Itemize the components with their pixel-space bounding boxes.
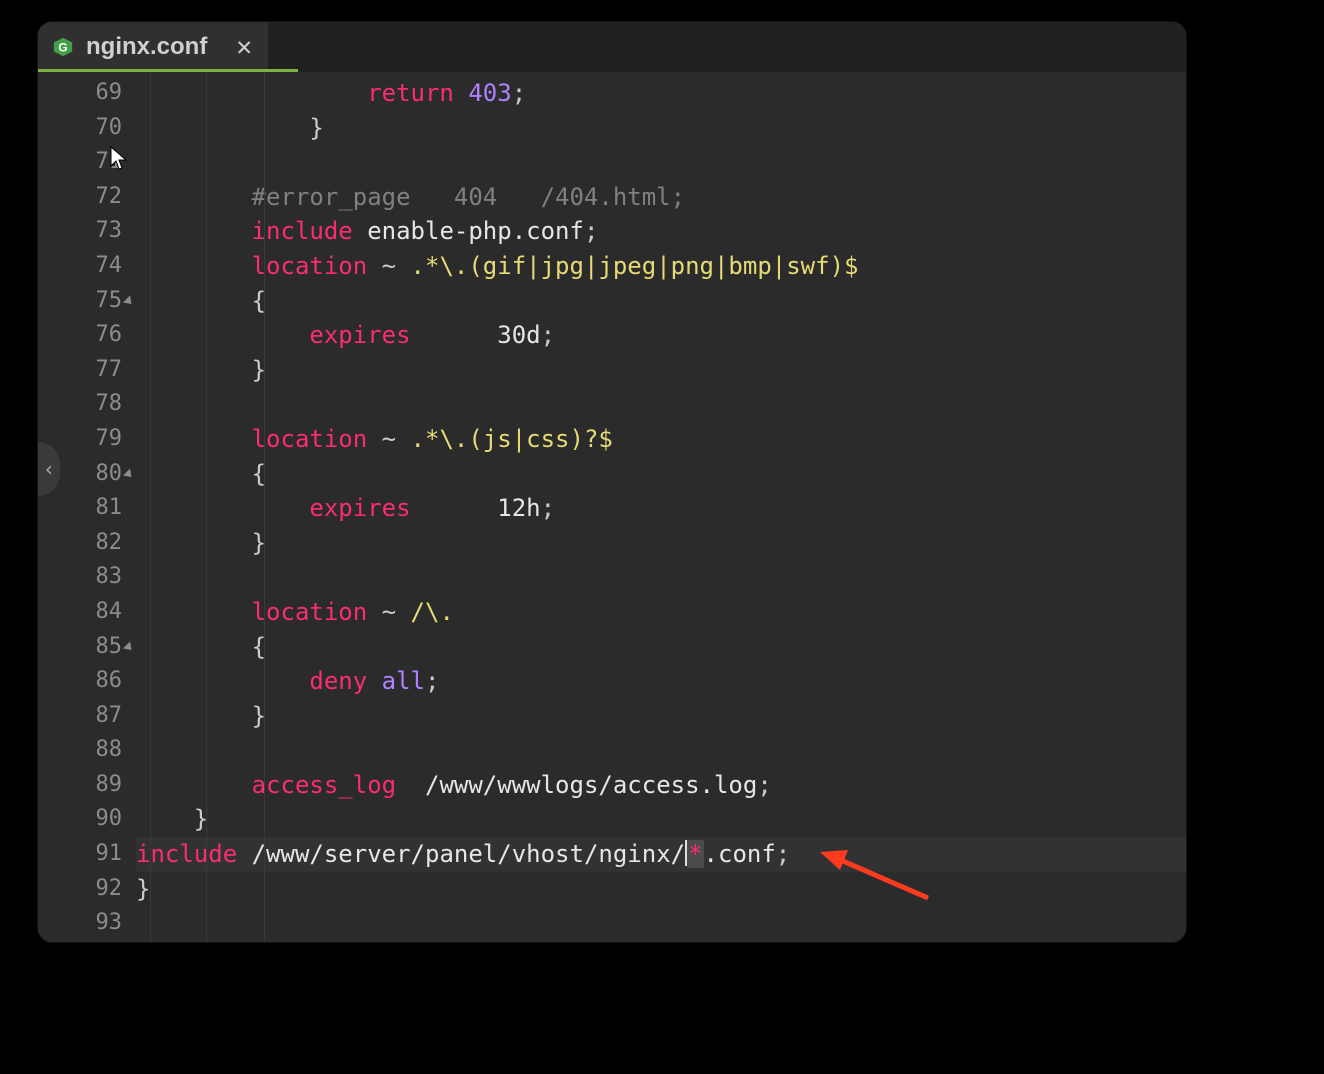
code-line[interactable]: deny all;	[136, 664, 1186, 699]
tab-nginx-conf[interactable]: G nginx.conf ✕	[38, 22, 268, 72]
code-line[interactable]: expires 30d;	[136, 318, 1186, 353]
code-line[interactable]: }	[136, 111, 1186, 146]
line-number: 86	[38, 664, 136, 699]
code-line[interactable]: location ~ /\.	[136, 595, 1186, 630]
editor-window: G nginx.conf ✕ ‹ 69707172737475767778798…	[38, 22, 1186, 942]
nginx-file-icon: G	[52, 36, 74, 58]
line-number: 92	[38, 872, 136, 907]
line-number: 72	[38, 180, 136, 215]
line-number: 91	[38, 837, 136, 872]
line-number: 73	[38, 214, 136, 249]
line-number: 75	[38, 284, 136, 319]
line-number: 84	[38, 595, 136, 630]
line-number: 70	[38, 111, 136, 146]
chevron-left-icon: ‹	[43, 457, 55, 481]
line-number: 90	[38, 802, 136, 837]
code-editor[interactable]: 6970717273747576777879808182838485868788…	[38, 72, 1186, 942]
tab-label: nginx.conf	[86, 33, 207, 61]
code-line[interactable]: location ~ .*\.(js|css)?$	[136, 422, 1186, 457]
code-line[interactable]: {	[136, 457, 1186, 492]
line-number: 77	[38, 353, 136, 388]
line-number: 82	[38, 526, 136, 561]
close-icon[interactable]: ✕	[236, 34, 252, 60]
code-line[interactable]: access_log /www/wwwlogs/access.log;	[136, 768, 1186, 803]
code-line[interactable]	[136, 145, 1186, 180]
code-line[interactable]: include enable-php.conf;	[136, 214, 1186, 249]
line-number: 83	[38, 560, 136, 595]
code-line[interactable]: }	[136, 872, 1186, 907]
code-line[interactable]: expires 12h;	[136, 491, 1186, 526]
code-line[interactable]: return 403;	[136, 76, 1186, 111]
code-line[interactable]: }	[136, 699, 1186, 734]
code-line[interactable]: }	[136, 802, 1186, 837]
code-area[interactable]: return 403; } #error_page 404 /404.html;…	[136, 72, 1186, 942]
code-line[interactable]	[136, 733, 1186, 768]
line-number: 88	[38, 733, 136, 768]
line-number: 89	[38, 768, 136, 803]
code-line[interactable]: location ~ .*\.(gif|jpg|jpeg|png|bmp|swf…	[136, 249, 1186, 284]
line-number: 76	[38, 318, 136, 353]
line-number-gutter: 6970717273747576777879808182838485868788…	[38, 72, 136, 942]
code-line-current[interactable]: include /www/server/panel/vhost/nginx/*.…	[136, 837, 1186, 872]
svg-text:G: G	[58, 41, 67, 55]
line-number: 85	[38, 630, 136, 665]
code-line[interactable]: }	[136, 526, 1186, 561]
code-line[interactable]	[136, 906, 1186, 941]
code-line[interactable]: {	[136, 284, 1186, 319]
code-line[interactable]: {	[136, 630, 1186, 665]
line-number: 93	[38, 906, 136, 941]
line-number: 71	[38, 145, 136, 180]
code-line[interactable]: #error_page 404 /404.html;	[136, 180, 1186, 215]
code-line[interactable]: }	[136, 353, 1186, 388]
line-number: 78	[38, 387, 136, 422]
code-line[interactable]	[136, 560, 1186, 595]
line-number: 81	[38, 491, 136, 526]
tab-bar: G nginx.conf ✕	[38, 22, 1186, 72]
code-line[interactable]	[136, 387, 1186, 422]
line-number: 87	[38, 699, 136, 734]
line-number: 74	[38, 249, 136, 284]
line-number: 69	[38, 76, 136, 111]
